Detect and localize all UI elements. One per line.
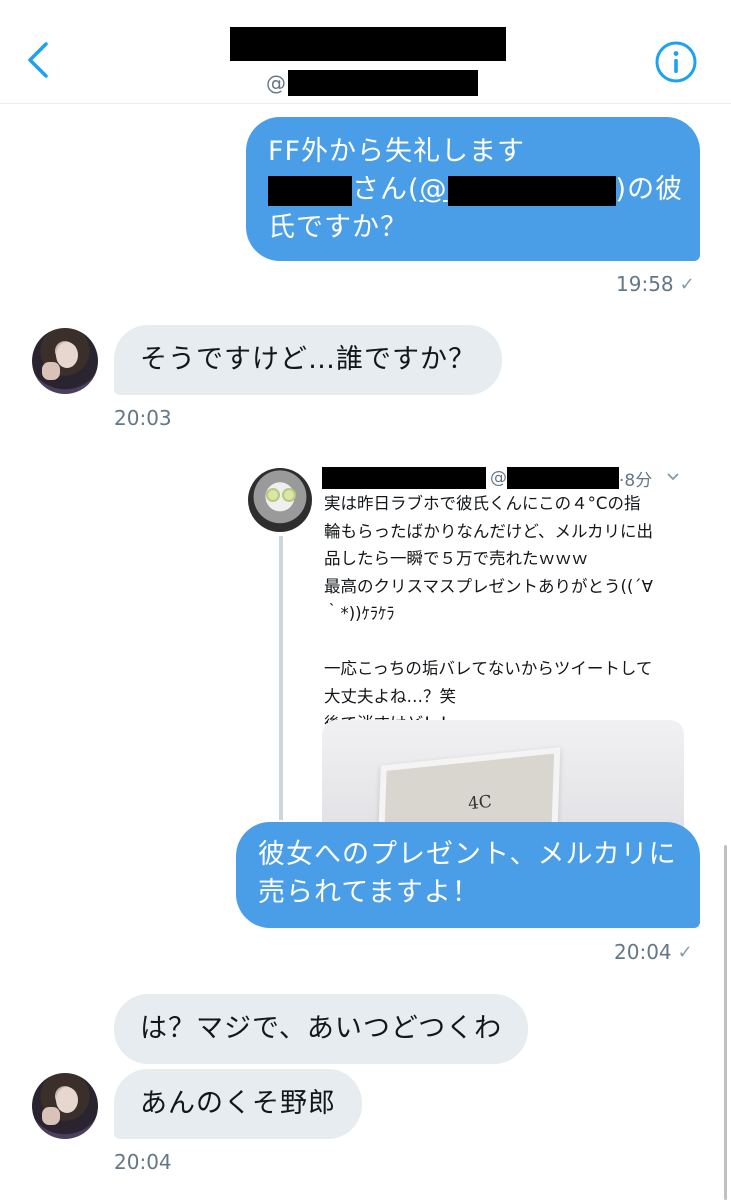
- incoming-message[interactable]: は？マジで、あいつどつくわ: [114, 994, 529, 1064]
- avatar[interactable]: [32, 328, 98, 394]
- message-list[interactable]: FF外から失礼します さん(@)の彼 氏ですか？ 19:58 ✓ そうですけど……: [0, 104, 731, 1200]
- message-line: 彼女へのプレゼント、メルカリに: [258, 839, 677, 870]
- outgoing-message[interactable]: FF外から失礼します さん(@)の彼 氏ですか？: [246, 117, 700, 261]
- chevron-left-icon: [28, 42, 48, 78]
- chevron-down-icon[interactable]: [666, 470, 680, 486]
- sent-check-icon: ✓: [677, 941, 693, 963]
- redacted-handle: [507, 467, 619, 489]
- thread-line: [279, 536, 283, 820]
- conversation-header: @: [0, 0, 731, 104]
- message-line: FF外から失礼します: [268, 136, 526, 167]
- info-button[interactable]: [654, 40, 698, 84]
- avatar[interactable]: [32, 1073, 98, 1139]
- incoming-message[interactable]: そうですけど…誰ですか？: [114, 325, 502, 395]
- handle-redacted: [288, 70, 478, 96]
- message-line: 売られてますよ！: [258, 877, 480, 908]
- message-timestamp: 20:04: [114, 1150, 172, 1174]
- tweet-age: ·8分: [619, 470, 653, 491]
- back-button[interactable]: [20, 38, 56, 82]
- incoming-message[interactable]: あんのくそ野郎: [114, 1069, 362, 1139]
- info-icon: [655, 41, 697, 83]
- quoted-tweet-header[interactable]: @ ·8分: [322, 465, 680, 491]
- ring-box-image: [377, 746, 561, 830]
- message-timestamp: 19:58 ✓: [616, 272, 695, 296]
- handle-prefix: @: [266, 71, 286, 95]
- outgoing-message[interactable]: 彼女へのプレゼント、メルカリに 売られてますよ！: [236, 822, 700, 928]
- message-line: さん(@)の彼: [268, 171, 682, 209]
- redacted-display-name: [322, 467, 486, 489]
- redacted-name: [268, 175, 352, 206]
- conversation-title-redacted: [230, 27, 506, 61]
- quoted-tweet-text: 実は昨日ラブホで彼氏くんにこの４°Cの指 輪もらったばかりなんだけど、メルカリに…: [324, 494, 654, 733]
- redacted-mention: [447, 175, 616, 206]
- sent-check-icon: ✓: [679, 273, 695, 295]
- conversation-handle: @: [266, 70, 478, 96]
- quoted-tweet-image[interactable]: 4C: [322, 720, 684, 830]
- mention-link[interactable]: @: [420, 174, 616, 206]
- scrollbar[interactable]: [724, 845, 727, 1200]
- message-timestamp: 20:04 ✓: [614, 940, 693, 964]
- image-brand-label: 4C: [467, 791, 493, 815]
- message-timestamp: 20:03: [114, 406, 172, 430]
- quoted-tweet-avatar[interactable]: [248, 468, 312, 532]
- message-line: 氏ですか？: [268, 212, 408, 243]
